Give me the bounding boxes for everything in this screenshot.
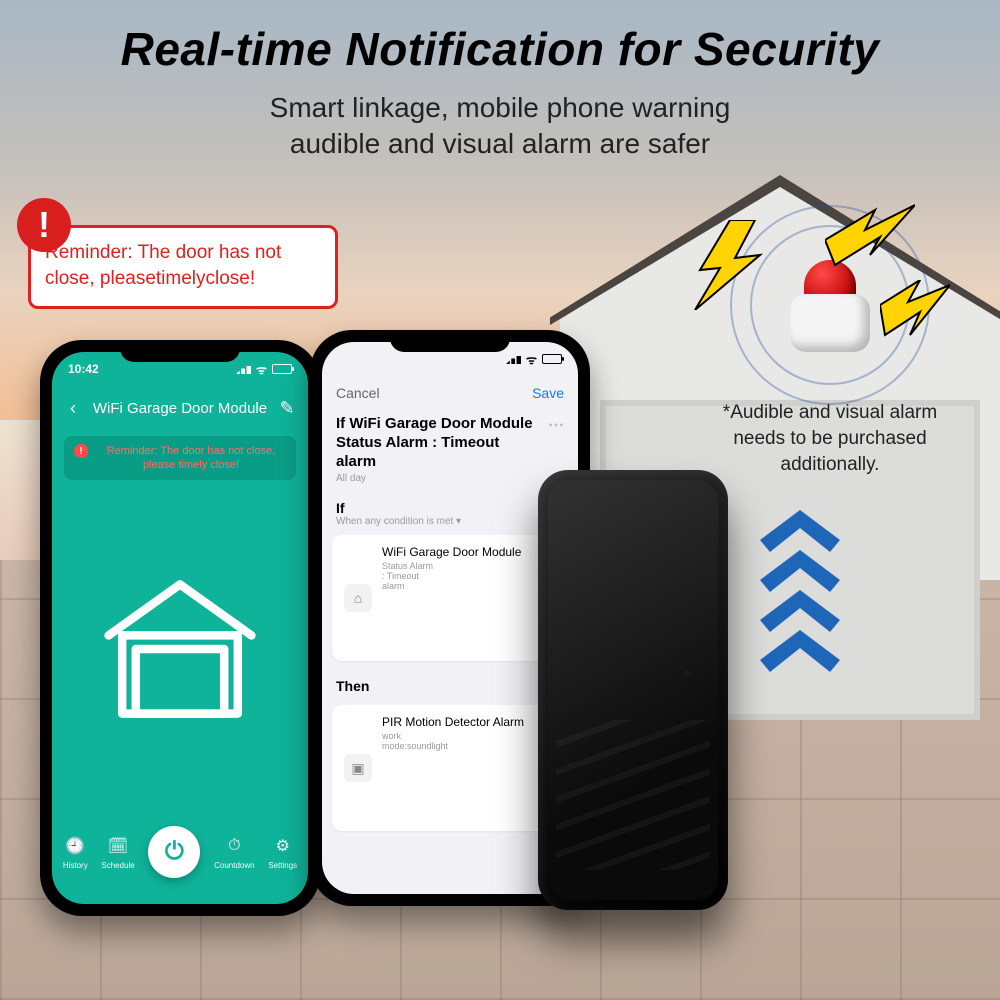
if-condition-card[interactable]: ⌂ WiFi Garage Door Module Status Alarm :… xyxy=(332,535,568,661)
nav-label: Schedule xyxy=(101,861,134,870)
countdown-icon: ⏱ xyxy=(223,835,245,857)
battery-icon xyxy=(542,354,562,364)
wifi-icon: ᯤ xyxy=(526,351,537,368)
cancel-button[interactable]: Cancel xyxy=(336,385,380,401)
history-icon: 🕘 xyxy=(64,835,86,857)
nav-label: History xyxy=(63,861,88,870)
schedule-icon: 🗓 xyxy=(107,835,129,857)
automation-title: If WiFi Garage Door Module Status Alarm … xyxy=(322,410,578,471)
more-button[interactable]: ⋯ xyxy=(548,416,564,435)
alert-icon: ! xyxy=(74,444,88,458)
alert-banner: ! Reminder: The door has not close, plea… xyxy=(64,436,296,480)
exclaim-icon: ! xyxy=(17,198,71,252)
reminder-text: Reminder: The door has not close, please… xyxy=(45,240,321,292)
garage-icon[interactable] xyxy=(52,480,308,818)
app-header: ‹ WiFi Garage Door Module ✎ xyxy=(52,386,308,430)
lightning-icon xyxy=(690,220,770,310)
phone-device-app: 10:42 󠀠ᯤ ‹ WiFi Garage Door Module ✎ ! R… xyxy=(40,340,320,916)
nav-countdown[interactable]: ⏱ Countdown xyxy=(214,835,254,870)
then-action-card[interactable]: ▣ PIR Motion Detector Alarm work mode:so… xyxy=(332,705,568,831)
automation-title-text: If WiFi Garage Door Module Status Alarm … xyxy=(336,414,542,471)
back-button[interactable]: ‹ xyxy=(58,393,88,423)
battery-icon xyxy=(272,364,292,374)
siren-note: *Audible and visual alarm needs to be pu… xyxy=(700,400,960,478)
card-title: PIR Motion Detector Alarm xyxy=(382,715,541,729)
card-title: WiFi Garage Door Module xyxy=(382,545,541,559)
then-label: Then xyxy=(336,678,369,694)
alert-text: Reminder: The door has not close, please… xyxy=(96,444,286,472)
nav-settings[interactable]: ⚙ Settings xyxy=(268,835,297,870)
nav-history[interactable]: 🕘 History xyxy=(63,835,88,870)
app-title: WiFi Garage Door Module xyxy=(93,400,267,417)
subheadline: Smart linkage, mobile phone warning audi… xyxy=(0,90,1000,162)
if-label: If xyxy=(336,500,461,516)
signal-icon xyxy=(236,364,251,374)
lightning-icon xyxy=(880,280,950,350)
subline-2: audible and visual alarm are safer xyxy=(290,128,710,159)
nav-schedule[interactable]: 🗓 Schedule xyxy=(101,835,134,870)
nav-label: Countdown xyxy=(214,861,254,870)
garage-icon: ⌂ xyxy=(344,584,372,612)
pir-icon: ▣ xyxy=(344,754,372,782)
settings-icon: ⚙ xyxy=(272,835,294,857)
save-button[interactable]: Save xyxy=(532,385,564,401)
if-sublabel[interactable]: When any condition is met ▾ xyxy=(336,516,461,527)
nav-label: Settings xyxy=(268,861,297,870)
card-sub: work mode:soundlight xyxy=(382,731,437,821)
subline-1: Smart linkage, mobile phone warning xyxy=(270,92,731,123)
edit-button[interactable]: ✎ xyxy=(272,393,302,423)
headline: Real-time Notification for Security xyxy=(0,22,1000,76)
sensor-device xyxy=(538,470,728,910)
wifi-icon: 󠀠ᯤ xyxy=(256,361,267,378)
power-button[interactable]: ⏻ xyxy=(148,826,200,878)
reminder-callout: ! Reminder: The door has not close, plea… xyxy=(28,225,338,309)
bottom-nav: 🕘 History 🗓 Schedule ⏻ ⏱ Countdown ⚙ Set… xyxy=(52,818,308,904)
signal-icon xyxy=(506,354,521,364)
card-sub: Status Alarm : Timeout alarm xyxy=(382,561,437,651)
lightning-icon xyxy=(825,195,915,275)
status-time: 10:42 xyxy=(68,362,99,376)
motion-arrows-icon xyxy=(740,500,850,695)
